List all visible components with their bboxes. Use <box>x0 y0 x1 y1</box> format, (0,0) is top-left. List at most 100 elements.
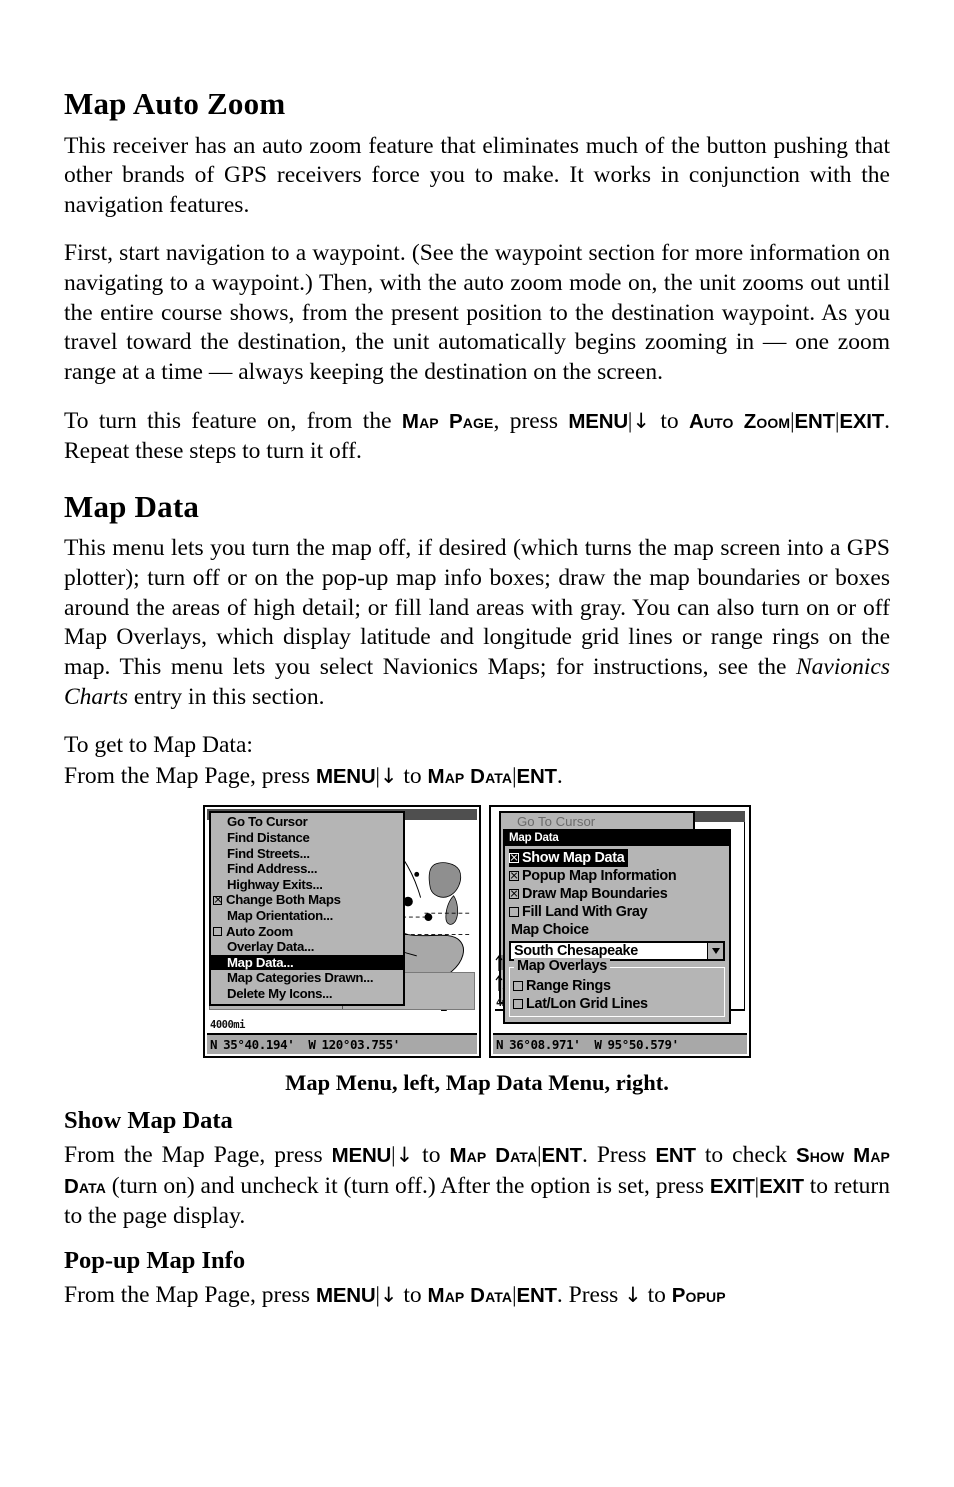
map-choice-label: Map Choice <box>511 922 589 939</box>
dialog-option-draw-map-boundaries[interactable]: Draw Map Boundaries <box>509 885 725 903</box>
key-exit: EXIT <box>709 1175 755 1199</box>
dialog-option-label: Draw Map Boundaries <box>522 886 668 903</box>
menu-item-find-distance[interactable]: Find Distance <box>211 830 403 846</box>
map-scale-label: 4000mi <box>210 1019 245 1032</box>
checkbox-checked-icon[interactable] <box>509 853 519 864</box>
instruction-show-map-data: From the Map Page, press MENU|↓ to Map D… <box>64 1140 890 1231</box>
arrow-down-icon: ↓ <box>379 763 398 788</box>
longitude-hemisphere: W <box>594 1037 602 1053</box>
checkbox-unchecked-icon[interactable] <box>509 907 519 918</box>
key-map-data: Map Data <box>449 1144 538 1168</box>
figure-map-menus: d s co 4000mi Go To Cursor <box>64 805 890 1059</box>
checkbox-unchecked-icon[interactable] <box>213 926 222 936</box>
instr-text: to <box>397 762 428 789</box>
checkbox-unchecked-icon[interactable] <box>513 981 523 992</box>
key-auto-zoom: Auto Zoom <box>688 409 791 433</box>
dialog-title: Map Data <box>505 831 729 847</box>
instr-text: . Press <box>556 1281 625 1308</box>
checkbox-checked-icon[interactable] <box>509 889 519 900</box>
dialog-option-label: Fill Land With Gray <box>522 904 648 921</box>
instr-text: To turn this feature on, from the <box>64 407 402 434</box>
latitude-value: 35°40.194' <box>223 1037 295 1053</box>
map-data-dialog[interactable]: Map Data Show Map Data Popup Map Informa… <box>503 829 731 1025</box>
dialog-row-show-map-data-wrap: Show Map Data <box>509 849 725 868</box>
paragraph-map-data-1: This menu lets you turn the map off, if … <box>64 535 890 711</box>
key-map-page: Map Page <box>401 409 494 433</box>
menu-item-label: Find Address... <box>227 861 318 877</box>
instr-text: to <box>397 1281 428 1308</box>
menu-item-map-data[interactable]: Map Data... <box>211 954 403 971</box>
menu-item-map-categories-drawn[interactable]: Map Categories Drawn... <box>211 970 403 986</box>
map-choice-value: South Chesapeake <box>514 943 638 960</box>
menu-item-label: Go To Cursor <box>227 814 308 830</box>
instr-text: (turn on) and uncheck it (turn off.) Aft… <box>105 1173 710 1200</box>
menu-item-label: Go To Cursor <box>517 814 596 830</box>
key-menu: MENU <box>315 764 376 788</box>
dialog-option-fill-land-with-gray[interactable]: Fill Land With Gray <box>509 903 725 921</box>
menu-item-label: Map Categories Drawn... <box>227 970 374 986</box>
longitude-hemisphere: W <box>308 1037 316 1053</box>
menu-item-go-to-cursor[interactable]: Go To Cursor <box>211 814 403 830</box>
dialog-option-lat-lon-grid-lines[interactable]: Lat/Lon Grid Lines <box>513 995 721 1013</box>
menu-item-label: Find Distance <box>227 830 310 846</box>
checkbox-unchecked-icon[interactable] <box>513 999 523 1010</box>
instr-text: . Press <box>581 1142 656 1169</box>
document-page: Map Auto Zoom This receiver has an auto … <box>64 0 890 1487</box>
dialog-option-label: Show Map Data <box>522 850 625 867</box>
instr-text: , press <box>493 407 569 434</box>
menu-item-label: Delete My Icons... <box>227 985 333 1001</box>
instr-text: to check <box>695 1142 796 1169</box>
instr-text: From the Map Page, press <box>64 1142 332 1169</box>
key-exit: EXIT <box>839 409 885 433</box>
dialog-option-label: Popup Map Information <box>522 868 677 885</box>
key-exit: EXIT <box>759 1175 804 1199</box>
menu-item-label: Change Both Maps <box>226 892 341 908</box>
dialog-option-popup-map-information[interactable]: Popup Map Information <box>509 867 725 885</box>
key-popup: Popup <box>671 1283 726 1307</box>
checkbox-checked-icon[interactable] <box>509 871 519 882</box>
menu-item-map-orientation[interactable]: Map Orientation... <box>211 908 403 924</box>
key-menu: MENU <box>331 1144 392 1168</box>
coordinate-status-bar: N 35°40.194' W 120°03.755' <box>207 1033 477 1055</box>
key-menu: MENU <box>315 1283 376 1307</box>
menu-item-overlay-data[interactable]: Overlay Data... <box>211 939 403 955</box>
arrow-down-icon: ↓ <box>624 1282 642 1307</box>
gps-screenshot-map-data-menu: Go To Cursor Find Distance Find Streets.… <box>489 805 751 1059</box>
instruction-get-to-map-data: To get to Map Data: From the Map Page, p… <box>64 731 890 792</box>
menu-item-highway-exits[interactable]: Highway Exits... <box>211 877 403 893</box>
instruction-pop-up-map-info: From the Map Page, press MENU|↓ to Map D… <box>64 1280 890 1311</box>
key-ent: ENT <box>541 1144 583 1168</box>
menu-item-label: Overlay Data... <box>227 939 315 955</box>
arrow-down-icon: ↓ <box>379 1282 398 1307</box>
menu-item-go-to-cursor[interactable]: Go To Cursor <box>501 814 693 830</box>
longitude-value: 120°03.755' <box>321 1037 401 1053</box>
menu-item-change-both-maps[interactable]: Change Both Maps <box>211 892 403 908</box>
menu-item-auto-zoom[interactable]: Auto Zoom <box>211 924 403 940</box>
instr-text: . <box>556 762 563 789</box>
heading-map-data: Map Data <box>64 488 200 524</box>
latitude-value: 36°08.971' <box>509 1037 581 1053</box>
map-menu-panel[interactable]: Go To Cursor Find Distance Find Streets.… <box>209 811 405 1006</box>
heading-map-auto-zoom: Map Auto Zoom <box>64 86 286 121</box>
paragraph-auto-zoom-2: First, start navigation to a waypoint. (… <box>64 239 890 386</box>
coordinate-status-bar: N 36°08.971' W 95°50.579' <box>493 1033 747 1055</box>
instr-text: to <box>649 407 689 434</box>
checkbox-checked-icon[interactable] <box>213 895 222 905</box>
menu-item-label: Map Data... <box>227 954 294 970</box>
instr-text: to <box>641 1281 672 1308</box>
arrow-down-icon: ↓ <box>395 1143 414 1168</box>
menu-item-label: Find Streets... <box>227 845 310 861</box>
chevron-down-icon[interactable] <box>707 943 723 960</box>
menu-item-find-streets[interactable]: Find Streets... <box>211 846 403 862</box>
key-ent: ENT <box>794 409 836 433</box>
key-ent: ENT <box>516 764 557 788</box>
dialog-option-range-rings[interactable]: Range Rings <box>513 977 721 995</box>
instruction-auto-zoom: To turn this feature on, from the Map Pa… <box>64 406 890 467</box>
dialog-option-label: Range Rings <box>526 978 611 995</box>
map-overlays-group: Map Overlays Range Rings Lat/Lon Grid Li… <box>509 958 725 1018</box>
menu-item-delete-my-icons[interactable]: Delete My Icons... <box>211 986 403 1002</box>
menu-item-label: Highway Exits... <box>227 876 323 892</box>
latitude-hemisphere: N <box>210 1037 218 1053</box>
menu-item-find-address[interactable]: Find Address... <box>211 861 403 877</box>
dialog-option-show-map-data[interactable]: Show Map Data <box>509 849 629 868</box>
